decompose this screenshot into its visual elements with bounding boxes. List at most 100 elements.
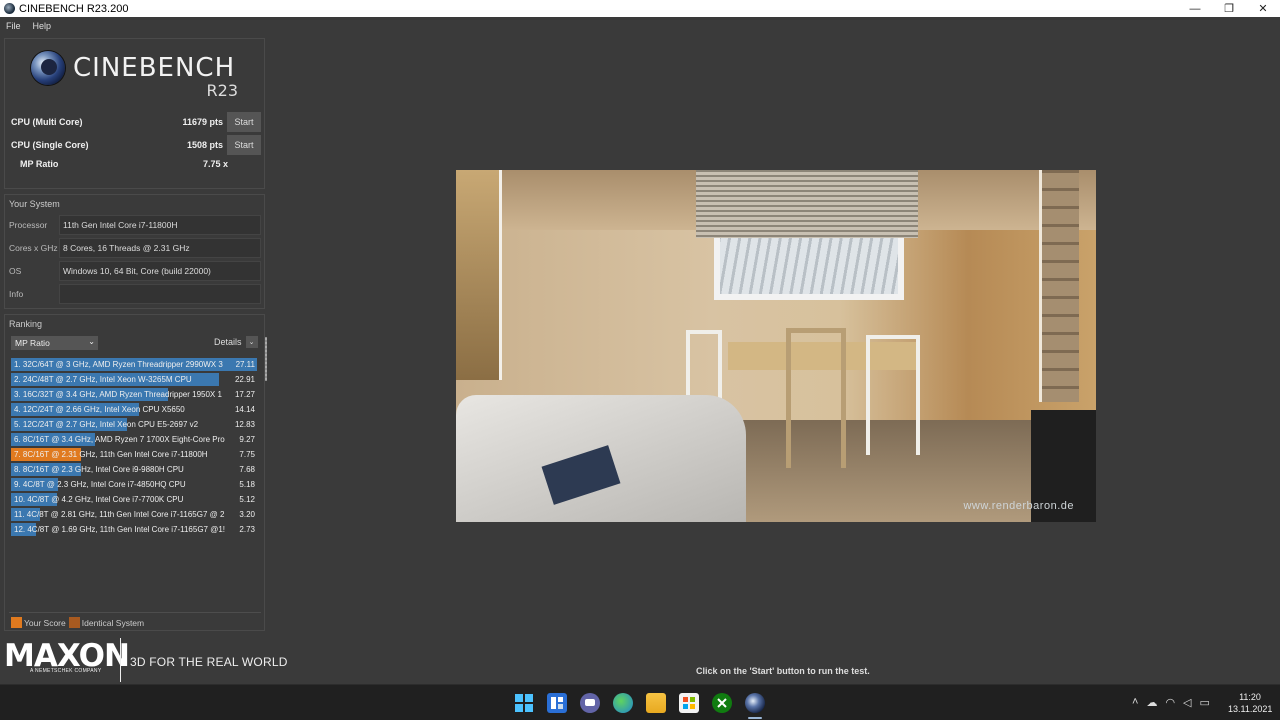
system-panel: Your System Processor 11th Gen Intel Cor… <box>4 194 265 309</box>
ranking-value: 12.83 <box>234 420 255 429</box>
mp-ratio-value: 7.75 x <box>202 159 228 169</box>
ranking-label: 7. 8C/16T @ 2.31 GHz, 11th Gen Intel Cor… <box>14 450 208 459</box>
system-tray: ˄ ☁ ◠ ◁ ▭ <box>1132 696 1210 709</box>
details-label: Details <box>214 337 242 347</box>
ranking-label: 3. 16C/32T @ 3.4 GHz, AMD Ryzen Threadri… <box>14 390 222 399</box>
your-score-swatch <box>11 617 22 628</box>
clock-date: 13.11.2021 <box>1228 704 1273 714</box>
details-toggle[interactable]: Details ⌄ <box>214 336 258 348</box>
ranking-sort-dropdown[interactable]: MP Ratio ⌄ <box>11 336 98 350</box>
ranking-label: 5. 12C/24T @ 2.7 GHz, Intel Xeon CPU E5-… <box>14 420 199 429</box>
system-value-field: 11th Gen Intel Core i7-11800H <box>59 215 261 235</box>
ranking-row[interactable]: 3. 16C/32T @ 3.4 GHz, AMD Ryzen Threadri… <box>11 387 259 402</box>
mp-ratio-label: MP Ratio <box>20 159 59 169</box>
cloud-icon[interactable]: ☁ <box>1146 696 1157 709</box>
ranking-row[interactable]: 7. 8C/16T @ 2.31 GHz, 11th Gen Intel Cor… <box>11 447 259 462</box>
cinebench-icon[interactable] <box>745 693 765 713</box>
taskbar: ˄ ☁ ◠ ◁ ▭ 11:20 13.11.2021 <box>0 684 1280 720</box>
multi-core-score: 11679 pts <box>182 117 223 127</box>
ranking-list: 1. 32C/64T @ 3 GHz, AMD Ryzen Threadripp… <box>11 357 259 537</box>
your-score-label: Your Score <box>24 617 66 628</box>
chevron-down-icon[interactable]: ⌄ <box>245 336 258 348</box>
edge-icon[interactable] <box>613 693 633 713</box>
ranking-row[interactable]: 9. 4C/8T @ 2.3 GHz, Intel Core i7-4850HQ… <box>11 477 259 492</box>
close-button[interactable]: ✕ <box>1246 0 1280 17</box>
system-value-field: 8 Cores, 16 Threads @ 2.31 GHz <box>59 238 261 258</box>
ranking-label: 2. 24C/48T @ 2.7 GHz, Intel Xeon W-3265M… <box>14 375 192 384</box>
ranking-label: 11. 4C/8T @ 2.81 GHz, 11th Gen Intel Cor… <box>14 510 225 519</box>
maximize-button[interactable]: ❐ <box>1212 0 1246 17</box>
multi-core-label: CPU (Multi Core) <box>11 117 83 127</box>
maxon-tagline: 3D FOR THE REAL WORLD <box>130 655 288 669</box>
chevron-down-icon: ⌄ <box>88 337 95 346</box>
ranking-label: 6. 8C/16T @ 3.4 GHz, AMD Ryzen 7 1700X E… <box>14 435 225 444</box>
minimize-button[interactable]: — <box>1178 0 1212 17</box>
ranking-value: 22.91 <box>234 375 255 384</box>
score-panel: CINEBENCH R23 CPU (Multi Core) 11679 pts… <box>4 38 265 189</box>
single-core-label: CPU (Single Core) <box>11 140 89 150</box>
ranking-row[interactable]: 4. 12C/24T @ 2.66 GHz, Intel Xeon CPU X5… <box>11 402 259 417</box>
logo-version: R23 <box>206 81 238 100</box>
start-icon[interactable] <box>514 693 534 713</box>
clock-time: 11:20 <box>1239 692 1261 702</box>
menu-bar: File Help <box>0 17 1280 34</box>
mp-ratio-row: MP Ratio 7.75 x <box>20 154 232 174</box>
explorer-icon[interactable] <box>646 693 666 713</box>
single-core-row: CPU (Single Core) 1508 pts Start <box>11 135 261 155</box>
widgets-icon[interactable] <box>547 693 567 713</box>
system-key: Processor <box>9 220 48 230</box>
render-blinds <box>696 170 918 238</box>
ranking-value: 27.11 <box>235 360 255 369</box>
ranking-value: 9.27 <box>239 435 255 444</box>
ranking-title: Ranking <box>9 319 43 329</box>
ranking-value: 7.68 <box>239 465 255 474</box>
ranking-row[interactable]: 12. 4C/8T @ 1.69 GHz, 11th Gen Intel Cor… <box>11 522 259 537</box>
splitter-handle[interactable] <box>265 337 267 381</box>
render-preview: www.renderbaron.de <box>456 170 1096 522</box>
multi-core-row: CPU (Multi Core) 11679 pts Start <box>11 112 261 132</box>
wifi-icon[interactable]: ◠ <box>1165 696 1175 709</box>
system-row-cores: Cores x GHz 8 Cores, 16 Threads @ 2.31 G… <box>9 238 261 258</box>
status-hint: Click on the 'Start' button to run the t… <box>696 666 870 676</box>
render-watermark: www.renderbaron.de <box>963 500 1074 512</box>
menu-file[interactable]: File <box>0 21 27 31</box>
ranking-value: 17.27 <box>234 390 255 399</box>
menu-help[interactable]: Help <box>27 21 58 31</box>
single-core-start-button[interactable]: Start <box>227 135 261 155</box>
info-input[interactable] <box>59 284 261 304</box>
system-row-os: OS Windows 10, 64 Bit, Core (build 22000… <box>9 261 261 281</box>
render-chair <box>786 328 846 468</box>
clock[interactable]: 11:20 13.11.2021 <box>1228 691 1272 715</box>
ranking-row[interactable]: 2. 24C/48T @ 2.7 GHz, Intel Xeon W-3265M… <box>11 372 259 387</box>
ranking-panel: Ranking MP Ratio ⌄ Details ⌄ 1. 32C/64T … <box>4 314 265 631</box>
branding-divider <box>120 638 121 682</box>
ranking-value: 7.75 <box>239 450 255 459</box>
volume-icon[interactable]: ◁ <box>1183 696 1191 709</box>
xbox-icon[interactable] <box>712 693 732 713</box>
render-left-window <box>456 170 502 380</box>
render-bookshelf <box>1039 170 1079 402</box>
render-chair <box>866 335 920 455</box>
ranking-row[interactable]: 5. 12C/24T @ 2.7 GHz, Intel Xeon CPU E5-… <box>11 417 259 432</box>
multi-core-start-button[interactable]: Start <box>227 112 261 132</box>
window-title: CINEBENCH R23.200 <box>19 2 129 15</box>
ranking-row[interactable]: 1. 32C/64T @ 3 GHz, AMD Ryzen Threadripp… <box>11 357 259 372</box>
chat-icon[interactable] <box>580 693 600 713</box>
system-row-processor: Processor 11th Gen Intel Core i7-11800H <box>9 215 261 235</box>
battery-icon[interactable]: ▭ <box>1200 696 1210 709</box>
active-app-indicator <box>748 717 762 719</box>
system-value-field: Windows 10, 64 Bit, Core (build 22000) <box>59 261 261 281</box>
ranking-row[interactable]: 10. 4C/8T @ 4.2 GHz, Intel Core i7-7700K… <box>11 492 259 507</box>
ranking-row[interactable]: 6. 8C/16T @ 3.4 GHz, AMD Ryzen 7 1700X E… <box>11 432 259 447</box>
chevron-up-icon[interactable]: ˄ <box>1132 696 1138 709</box>
title-bar: CINEBENCH R23.200 — ❐ ✕ <box>0 0 1280 17</box>
logo-name: CINEBENCH <box>73 53 236 83</box>
ranking-row[interactable]: 11. 4C/8T @ 2.81 GHz, 11th Gen Intel Cor… <box>11 507 259 522</box>
ranking-label: 8. 8C/16T @ 2.3 GHz, Intel Core i9-9880H… <box>14 465 184 474</box>
cinebench-logo-icon <box>31 51 65 85</box>
ranking-label: 9. 4C/8T @ 2.3 GHz, Intel Core i7-4850HQ… <box>14 480 186 489</box>
store-icon[interactable] <box>679 693 699 713</box>
maxon-subtitle: A NEMETSCHEK COMPANY <box>30 668 102 674</box>
ranking-label: 10. 4C/8T @ 4.2 GHz, Intel Core i7-7700K… <box>14 495 184 504</box>
ranking-row[interactable]: 8. 8C/16T @ 2.3 GHz, Intel Core i9-9880H… <box>11 462 259 477</box>
